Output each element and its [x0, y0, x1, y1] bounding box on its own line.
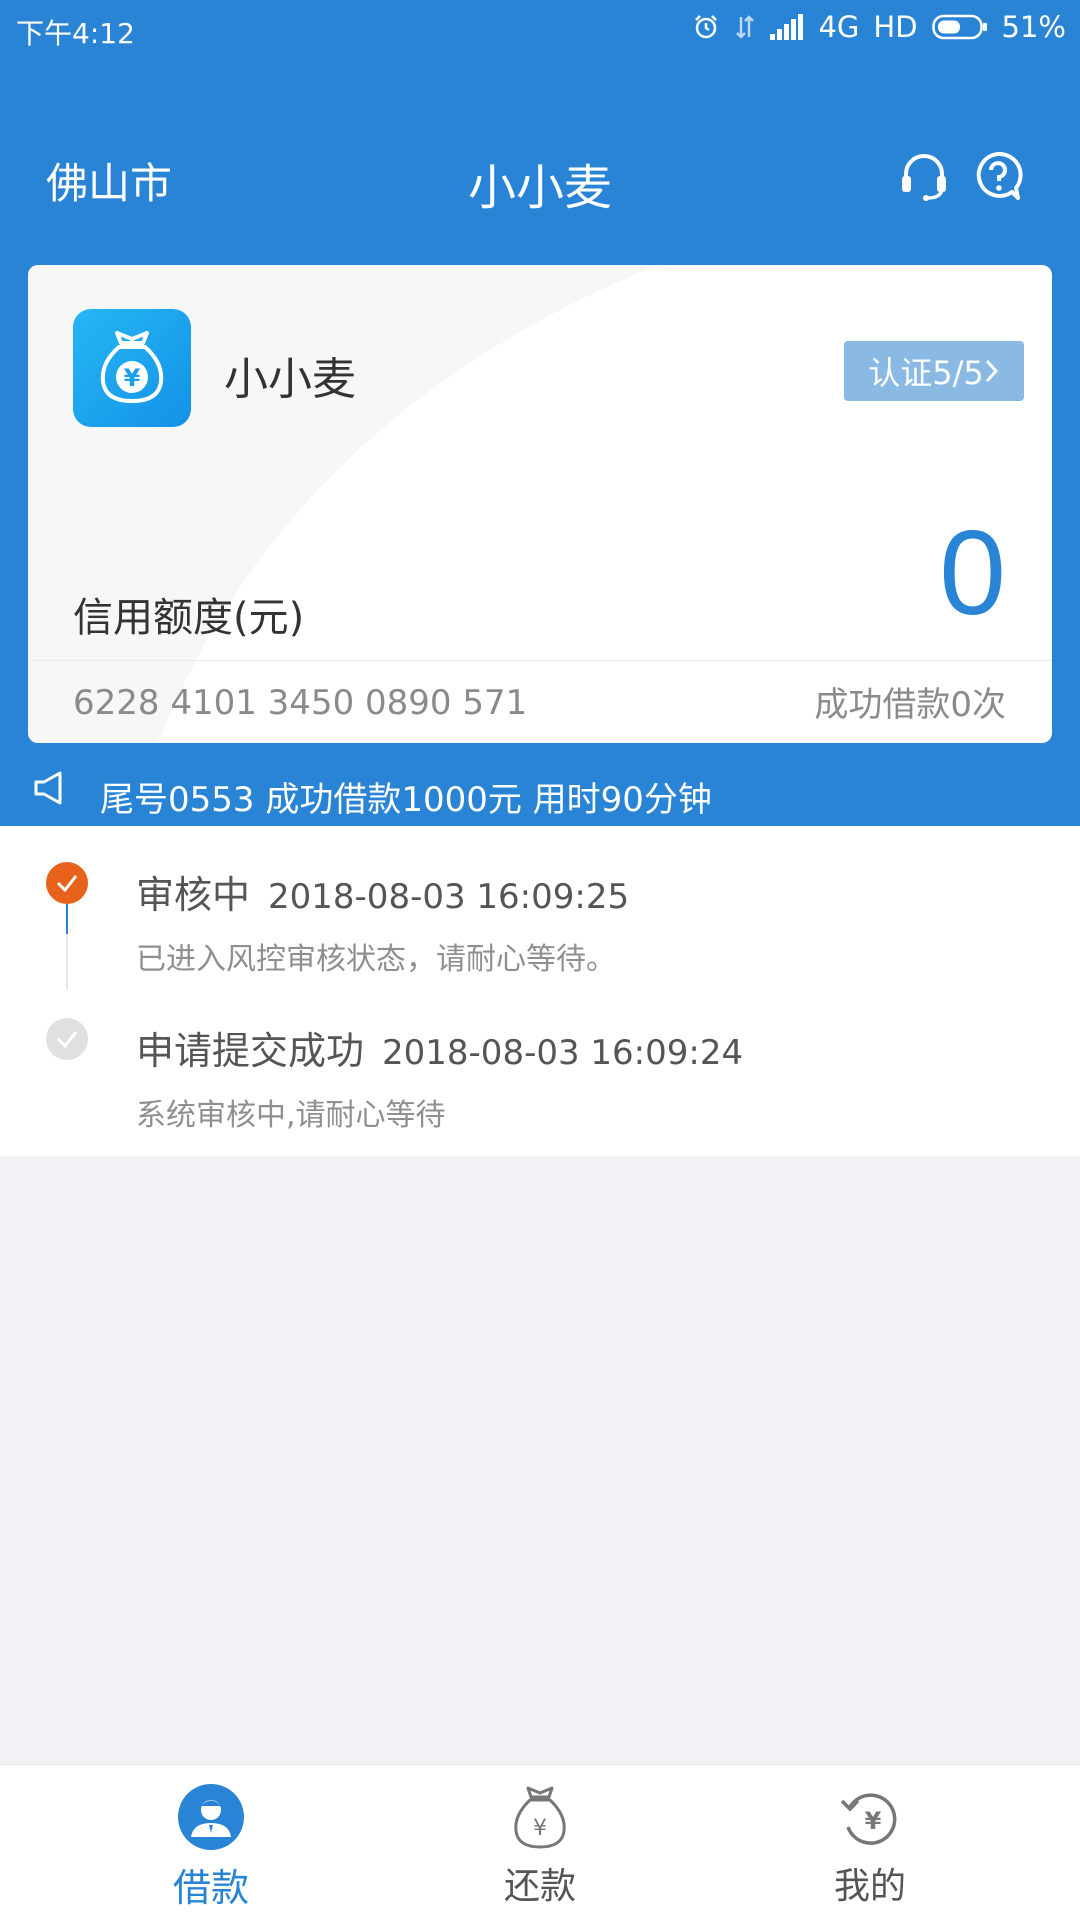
alarm-icon	[692, 13, 720, 41]
timeline-timestamp: 2018-08-03 16:09:25	[268, 877, 630, 917]
timeline-status: 审核中	[136, 873, 251, 917]
data-arrows-icon	[734, 13, 756, 41]
check-icon	[56, 1031, 78, 1049]
status-indicators: 4G HD 51%	[692, 10, 1066, 44]
nav-tab-borrow[interactable]: 借款	[111, 1765, 311, 1921]
signal-icon	[770, 14, 804, 40]
nav-tab-mine[interactable]: ¥ 我的	[770, 1765, 970, 1921]
headset-icon[interactable]	[898, 150, 950, 202]
timeline-status: 申请提交成功	[136, 1029, 365, 1073]
battery-level: 51%	[1001, 10, 1066, 44]
application-timeline: 审核中 2018-08-03 16:09:25 已进入风控审核状态，请耐心等待。 …	[0, 826, 1080, 1156]
bank-card-number: 6228 4101 3450 0890 571	[73, 683, 528, 723]
battery-icon	[931, 14, 988, 40]
check-icon	[56, 875, 78, 893]
credit-limit-value: 0	[939, 506, 1006, 640]
help-icon[interactable]	[972, 150, 1024, 202]
status-time: 下午4:12	[16, 17, 135, 50]
svg-text:¥: ¥	[124, 364, 141, 392]
status-bar: 下午4:12 4G HD 51%	[0, 0, 1080, 56]
nav-label: 借款	[172, 1866, 249, 1910]
bottom-navigation: 借款 ¥ 还款 ¥ 我的	[0, 1764, 1080, 1921]
svg-text:¥: ¥	[533, 1816, 547, 1841]
speaker-icon	[32, 770, 68, 810]
app-header: 佛山市 小小麦	[0, 130, 1080, 220]
timeline-dot-done	[46, 1018, 88, 1060]
app-logo: ¥	[73, 309, 191, 427]
timeline-description: 已进入风控审核状态，请耐心等待。	[136, 942, 616, 977]
nav-tab-repay[interactable]: ¥ 还款	[440, 1765, 640, 1921]
network-type: 4G	[818, 10, 860, 44]
card-app-name: 小小麦	[224, 354, 356, 405]
loan-success-count: 成功借款0次	[814, 685, 1006, 725]
nav-label: 还款	[503, 1866, 576, 1907]
nav-label: 我的	[833, 1866, 906, 1907]
card-divider	[28, 660, 1052, 661]
certification-label: 认证5/5	[868, 354, 984, 392]
timeline-item-title: 审核中 2018-08-03 16:09:25	[136, 864, 629, 919]
timeline-item-title: 申请提交成功 2018-08-03 16:09:24	[136, 1020, 743, 1075]
chevron-right-icon	[985, 359, 998, 383]
timeline-line	[66, 934, 68, 990]
borrow-icon	[178, 1784, 244, 1850]
notice-text: 尾号0553 成功借款1000元 用时90分钟	[100, 780, 712, 820]
credit-card: ¥ 小小麦 认证5/5 信用额度(元) 0 6228 4101 3450 089…	[28, 265, 1052, 743]
timeline-description: 系统审核中,请耐心等待	[136, 1098, 446, 1133]
repay-icon: ¥	[514, 1786, 566, 1849]
notice-bar: 尾号0553 成功借款1000元 用时90分钟	[0, 762, 1080, 826]
svg-text:¥: ¥	[865, 1807, 882, 1835]
timeline-timestamp: 2018-08-03 16:09:24	[382, 1033, 744, 1073]
hd-indicator: HD	[873, 10, 918, 44]
credit-limit-label: 信用额度(元)	[73, 595, 305, 641]
timeline-dot-active	[46, 862, 88, 904]
certification-badge[interactable]: 认证5/5	[844, 341, 1024, 401]
money-bag-icon: ¥	[100, 331, 164, 403]
mine-icon: ¥	[840, 1793, 897, 1845]
